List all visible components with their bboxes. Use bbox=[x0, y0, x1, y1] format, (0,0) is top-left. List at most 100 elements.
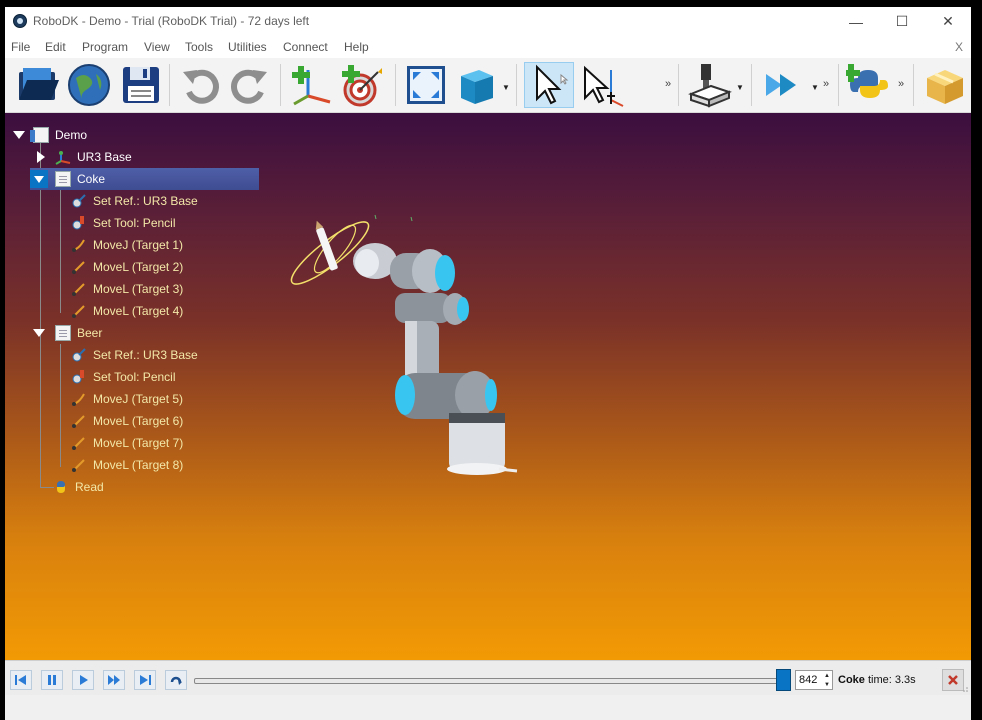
add-target-icon bbox=[342, 65, 382, 107]
run-program-button[interactable] bbox=[760, 62, 806, 108]
go-to-end-button[interactable] bbox=[134, 670, 156, 690]
move-reference-button[interactable] bbox=[579, 62, 625, 108]
movel-icon bbox=[72, 283, 85, 296]
tree-item-movel-2[interactable]: MoveL (Target 2) bbox=[71, 257, 183, 277]
tree-item-set-tool[interactable]: Set Tool: Pencil bbox=[71, 213, 176, 233]
robodk-logo-icon bbox=[13, 14, 27, 28]
open-button[interactable] bbox=[15, 62, 61, 108]
play-button[interactable] bbox=[72, 670, 94, 690]
save-icon bbox=[123, 67, 159, 103]
expand-arrow-icon[interactable] bbox=[33, 329, 45, 337]
toolbar-overflow-icon[interactable]: » bbox=[898, 78, 904, 90]
toolbar-separator bbox=[280, 64, 281, 106]
simulation-time: time: 3.3s bbox=[867, 674, 916, 686]
close-button[interactable]: ✕ bbox=[925, 7, 971, 36]
redo-button[interactable] bbox=[227, 62, 273, 108]
tree-item-label: UR3 Base bbox=[77, 150, 132, 164]
go-to-start-button[interactable] bbox=[10, 670, 32, 690]
timeline-slider-handle[interactable] bbox=[776, 669, 791, 691]
title-bar[interactable]: RoboDK - Demo - Trial (RoboDK Trial) - 7… bbox=[5, 7, 971, 36]
save-button[interactable] bbox=[118, 62, 164, 108]
menu-view[interactable]: View bbox=[144, 40, 170, 54]
tree-item-ur3-base[interactable]: UR3 Base bbox=[37, 147, 132, 167]
spin-down-icon[interactable]: ▼ bbox=[823, 681, 831, 689]
fast-forward-icon bbox=[108, 675, 120, 685]
tree-item-demo[interactable]: Demo bbox=[13, 125, 87, 145]
ur3-robot-model[interactable] bbox=[285, 213, 525, 483]
python-script-icon bbox=[57, 481, 65, 493]
menu-tools[interactable]: Tools bbox=[185, 40, 213, 54]
tree-item-movej-1[interactable]: MoveJ (Target 1) bbox=[71, 235, 183, 255]
add-reference-frame-button[interactable] bbox=[288, 62, 334, 108]
tree-item-label: Set Tool: Pencil bbox=[93, 216, 176, 230]
view-cube-icon bbox=[461, 70, 493, 104]
tree-item-read[interactable]: Read bbox=[53, 477, 104, 497]
tree-item-set-ref[interactable]: Set Ref.: UR3 Base bbox=[71, 345, 198, 365]
fit-all-button[interactable] bbox=[403, 62, 449, 108]
tree-item-movel-8[interactable]: MoveL (Target 8) bbox=[71, 455, 183, 475]
resize-grip-icon[interactable] bbox=[961, 685, 969, 693]
menu-file[interactable]: File bbox=[11, 40, 30, 54]
toolbar-overflow-icon[interactable]: » bbox=[665, 78, 671, 90]
tree-item-label: Set Ref.: UR3 Base bbox=[93, 194, 198, 208]
simulation-bar: 842 ▲ ▼ Coke time: 3.3s bbox=[5, 660, 971, 695]
menu-utilities[interactable]: Utilities bbox=[228, 40, 267, 54]
add-program-icon bbox=[927, 70, 963, 104]
station-icon bbox=[30, 127, 49, 143]
frame-spinbox[interactable]: 842 ▲ ▼ bbox=[795, 670, 833, 690]
tree-item-movel-6[interactable]: MoveL (Target 6) bbox=[71, 411, 183, 431]
loop-button[interactable] bbox=[165, 670, 187, 690]
tree-item-label: Demo bbox=[55, 128, 88, 142]
add-tool-button[interactable] bbox=[687, 62, 733, 108]
3d-viewport[interactable]: Demo UR3 Base Coke Set Ref.: UR3 Base Se… bbox=[5, 113, 971, 660]
tree-item-label: MoveL (Target 8) bbox=[93, 458, 184, 472]
movel-icon bbox=[72, 459, 85, 472]
tree-item-set-ref[interactable]: Set Ref.: UR3 Base bbox=[71, 191, 198, 211]
undo-button[interactable] bbox=[177, 62, 223, 108]
toolbar-overflow-icon[interactable]: » bbox=[823, 78, 829, 90]
view-cube-button[interactable] bbox=[453, 62, 499, 108]
toolbar-separator bbox=[751, 64, 752, 106]
fast-forward-button[interactable] bbox=[103, 670, 125, 690]
python-program-icon bbox=[842, 64, 888, 98]
movej-icon bbox=[72, 239, 85, 252]
tool-dropdown-arrow-icon[interactable]: ▼ bbox=[736, 83, 744, 92]
tree-item-movel-7[interactable]: MoveL (Target 7) bbox=[71, 433, 183, 453]
view-dropdown-arrow-icon[interactable]: ▼ bbox=[502, 83, 510, 92]
tree-item-movel-3[interactable]: MoveL (Target 3) bbox=[71, 279, 183, 299]
select-button[interactable] bbox=[524, 62, 574, 108]
tree-item-label: MoveL (Target 2) bbox=[93, 260, 184, 274]
expand-toggle-selected[interactable] bbox=[30, 170, 48, 188]
menu-close-button[interactable]: X bbox=[955, 40, 963, 54]
minimize-button[interactable]: — bbox=[833, 7, 879, 36]
add-program-button[interactable] bbox=[921, 62, 967, 108]
pause-button[interactable] bbox=[41, 670, 63, 690]
menu-edit[interactable]: Edit bbox=[45, 40, 66, 54]
tree-item-movej-5[interactable]: MoveJ (Target 5) bbox=[71, 389, 183, 409]
tree-item-set-tool[interactable]: Set Tool: Pencil bbox=[71, 367, 176, 387]
menu-connect[interactable]: Connect bbox=[283, 40, 328, 54]
tree-item-label: Set Tool: Pencil bbox=[93, 370, 176, 384]
station-tree[interactable]: Demo UR3 Base Coke Set Ref.: UR3 Base Se… bbox=[5, 113, 305, 513]
tree-item-coke[interactable]: Coke bbox=[30, 169, 105, 189]
tree-item-beer[interactable]: Beer bbox=[33, 323, 102, 343]
tree-item-label: Coke bbox=[77, 172, 106, 186]
collapse-arrow-icon[interactable] bbox=[37, 151, 45, 163]
menu-program[interactable]: Program bbox=[82, 40, 128, 54]
expand-arrow-icon[interactable] bbox=[13, 131, 25, 139]
python-program-button[interactable] bbox=[842, 62, 892, 108]
redo-icon bbox=[231, 69, 267, 104]
add-target-button[interactable] bbox=[338, 62, 384, 108]
simulation-timeline-slider[interactable] bbox=[194, 678, 784, 684]
tree-item-movel-4[interactable]: MoveL (Target 4) bbox=[71, 301, 183, 321]
spin-up-icon[interactable]: ▲ bbox=[823, 672, 831, 680]
menu-help[interactable]: Help bbox=[344, 40, 369, 54]
maximize-button[interactable]: ☐ bbox=[879, 7, 925, 36]
select-icon bbox=[536, 64, 569, 105]
tree-item-label: MoveL (Target 3) bbox=[93, 282, 184, 296]
run-dropdown-arrow-icon[interactable]: ▼ bbox=[811, 83, 819, 92]
toolbar-separator bbox=[169, 64, 170, 106]
web-library-button[interactable] bbox=[66, 62, 112, 108]
window-title: RoboDK - Demo - Trial (RoboDK Trial) - 7… bbox=[33, 14, 310, 28]
set-tool-icon bbox=[72, 370, 84, 384]
